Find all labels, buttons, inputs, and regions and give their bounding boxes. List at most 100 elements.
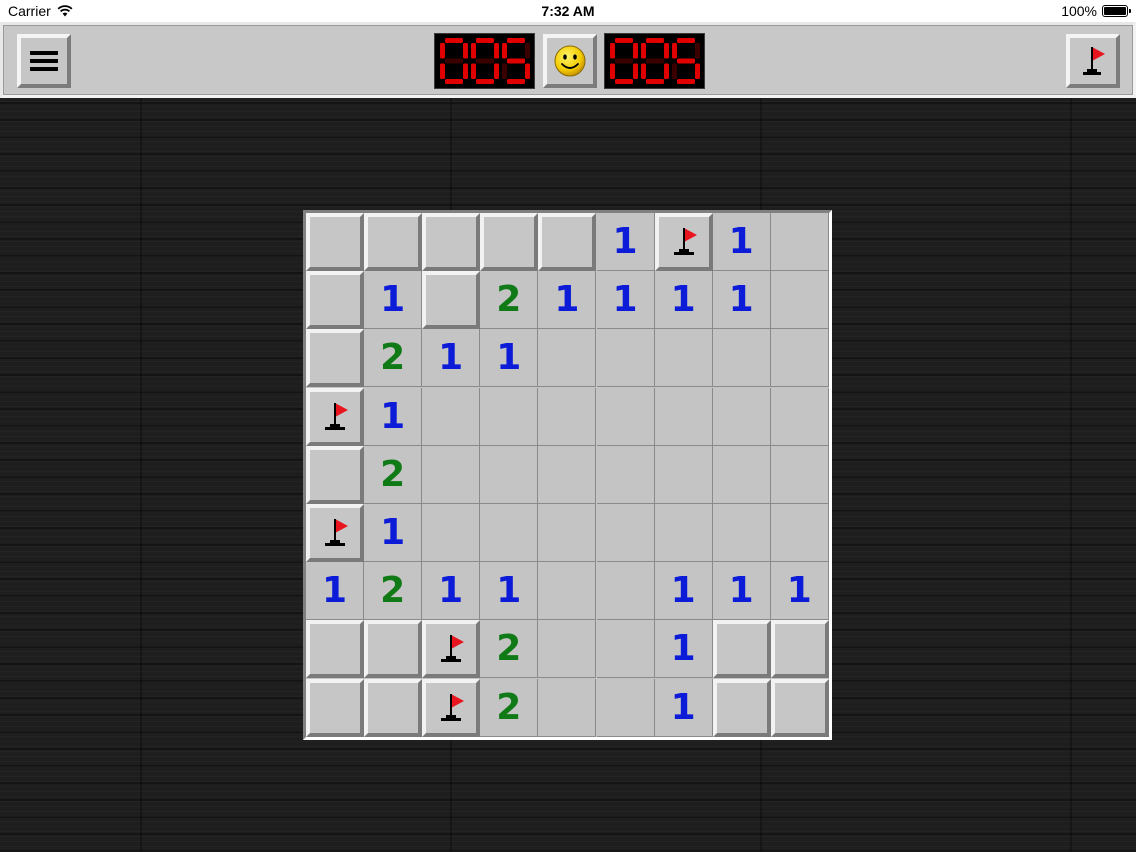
revealed-number-cell[interactable]: 1 — [480, 562, 539, 621]
revealed-empty-cell[interactable] — [770, 271, 829, 330]
revealed-empty-cell[interactable] — [770, 504, 829, 562]
minefield-grid: 1112111121112112111112121 — [306, 213, 829, 737]
revealed-number-cell[interactable]: 1 — [770, 562, 829, 621]
led-segment — [633, 63, 638, 79]
revealed-empty-cell[interactable] — [422, 445, 481, 504]
revealed-empty-cell[interactable] — [538, 329, 597, 388]
revealed-number-cell[interactable]: 2 — [480, 620, 539, 679]
unrevealed-cell[interactable] — [364, 213, 423, 271]
revealed-number-cell[interactable]: 1 — [422, 562, 481, 621]
flagged-cell[interactable] — [422, 620, 481, 679]
unrevealed-cell[interactable] — [306, 678, 364, 737]
revealed-number-cell[interactable]: 1 — [480, 329, 539, 388]
revealed-number-cell[interactable]: 1 — [306, 562, 364, 621]
flagged-cell[interactable] — [654, 213, 713, 271]
revealed-empty-cell[interactable] — [422, 387, 481, 446]
flagged-cell[interactable] — [306, 387, 364, 446]
unrevealed-cell[interactable] — [306, 271, 364, 330]
revealed-empty-cell[interactable] — [770, 387, 829, 446]
revealed-number-cell[interactable]: 1 — [654, 271, 713, 330]
flag-mode-button[interactable] — [1066, 34, 1120, 88]
revealed-empty-cell[interactable] — [538, 562, 597, 621]
unrevealed-cell[interactable] — [422, 213, 481, 271]
revealed-empty-cell[interactable] — [654, 445, 713, 504]
led-segment — [445, 79, 463, 84]
led-segment — [677, 38, 695, 43]
unrevealed-cell[interactable] — [306, 620, 364, 679]
revealed-empty-cell[interactable] — [596, 329, 655, 388]
revealed-number-cell[interactable]: 1 — [538, 271, 597, 330]
led-segment — [463, 43, 468, 59]
battery-icon — [1102, 5, 1131, 17]
led-segment — [476, 58, 494, 64]
unrevealed-cell[interactable] — [712, 620, 771, 679]
unrevealed-cell[interactable] — [770, 620, 829, 679]
revealed-number-cell[interactable]: 1 — [422, 329, 481, 388]
revealed-empty-cell[interactable] — [538, 620, 597, 679]
revealed-empty-cell[interactable] — [422, 504, 481, 562]
revealed-empty-cell[interactable] — [596, 620, 655, 679]
battery-percent: 100% — [1061, 3, 1097, 19]
unrevealed-cell[interactable] — [422, 271, 481, 330]
revealed-empty-cell[interactable] — [770, 329, 829, 388]
revealed-empty-cell[interactable] — [480, 387, 539, 446]
unrevealed-cell[interactable] — [712, 678, 771, 737]
unrevealed-cell[interactable] — [364, 620, 423, 679]
revealed-number-cell[interactable]: 1 — [712, 562, 771, 621]
unrevealed-cell[interactable] — [306, 329, 364, 388]
unrevealed-cell[interactable] — [480, 213, 539, 271]
revealed-number-cell[interactable]: 1 — [596, 271, 655, 330]
revealed-empty-cell[interactable] — [712, 504, 771, 562]
revealed-number-cell[interactable]: 2 — [364, 329, 423, 388]
led-segment — [695, 43, 700, 59]
flag-icon — [673, 228, 697, 255]
cell-number: 1 — [380, 512, 406, 553]
new-game-smiley-button[interactable] — [543, 34, 597, 88]
unrevealed-cell[interactable] — [364, 678, 423, 737]
led-segment — [633, 43, 638, 59]
revealed-number-cell[interactable]: 1 — [364, 387, 423, 446]
revealed-empty-cell[interactable] — [596, 562, 655, 621]
revealed-number-cell[interactable]: 1 — [654, 620, 713, 679]
revealed-empty-cell[interactable] — [712, 329, 771, 388]
revealed-empty-cell[interactable] — [712, 445, 771, 504]
unrevealed-cell[interactable] — [538, 213, 597, 271]
revealed-empty-cell[interactable] — [654, 387, 713, 446]
revealed-empty-cell[interactable] — [596, 678, 655, 737]
revealed-number-cell[interactable]: 1 — [596, 213, 655, 271]
revealed-number-cell[interactable]: 1 — [712, 213, 771, 271]
revealed-number-cell[interactable]: 2 — [480, 271, 539, 330]
revealed-number-cell[interactable]: 2 — [364, 562, 423, 621]
revealed-empty-cell[interactable] — [712, 387, 771, 446]
unrevealed-cell[interactable] — [306, 445, 364, 504]
revealed-number-cell[interactable]: 2 — [480, 678, 539, 737]
revealed-number-cell[interactable]: 2 — [364, 445, 423, 504]
revealed-empty-cell[interactable] — [538, 504, 597, 562]
led-segment — [476, 38, 494, 43]
flagged-cell[interactable] — [306, 504, 364, 562]
revealed-empty-cell[interactable] — [538, 387, 597, 446]
revealed-empty-cell[interactable] — [538, 445, 597, 504]
revealed-empty-cell[interactable] — [654, 504, 713, 562]
unrevealed-cell[interactable] — [770, 678, 829, 737]
revealed-empty-cell[interactable] — [480, 445, 539, 504]
revealed-empty-cell[interactable] — [596, 445, 655, 504]
revealed-empty-cell[interactable] — [538, 678, 597, 737]
revealed-empty-cell[interactable] — [770, 445, 829, 504]
revealed-empty-cell[interactable] — [770, 213, 829, 271]
unrevealed-cell[interactable] — [306, 213, 364, 271]
revealed-empty-cell[interactable] — [596, 387, 655, 446]
menu-button[interactable] — [17, 34, 71, 88]
flagged-cell[interactable] — [422, 678, 481, 737]
cell-number: 1 — [321, 570, 348, 612]
revealed-empty-cell[interactable] — [654, 329, 713, 388]
revealed-empty-cell[interactable] — [480, 504, 539, 562]
revealed-number-cell[interactable]: 1 — [654, 678, 713, 737]
revealed-number-cell[interactable]: 1 — [654, 562, 713, 621]
revealed-empty-cell[interactable] — [596, 504, 655, 562]
led-segment — [507, 58, 525, 64]
revealed-number-cell[interactable]: 1 — [712, 271, 771, 330]
revealed-number-cell[interactable]: 1 — [364, 271, 423, 330]
revealed-number-cell[interactable]: 1 — [364, 504, 423, 562]
flag-icon — [325, 519, 348, 546]
